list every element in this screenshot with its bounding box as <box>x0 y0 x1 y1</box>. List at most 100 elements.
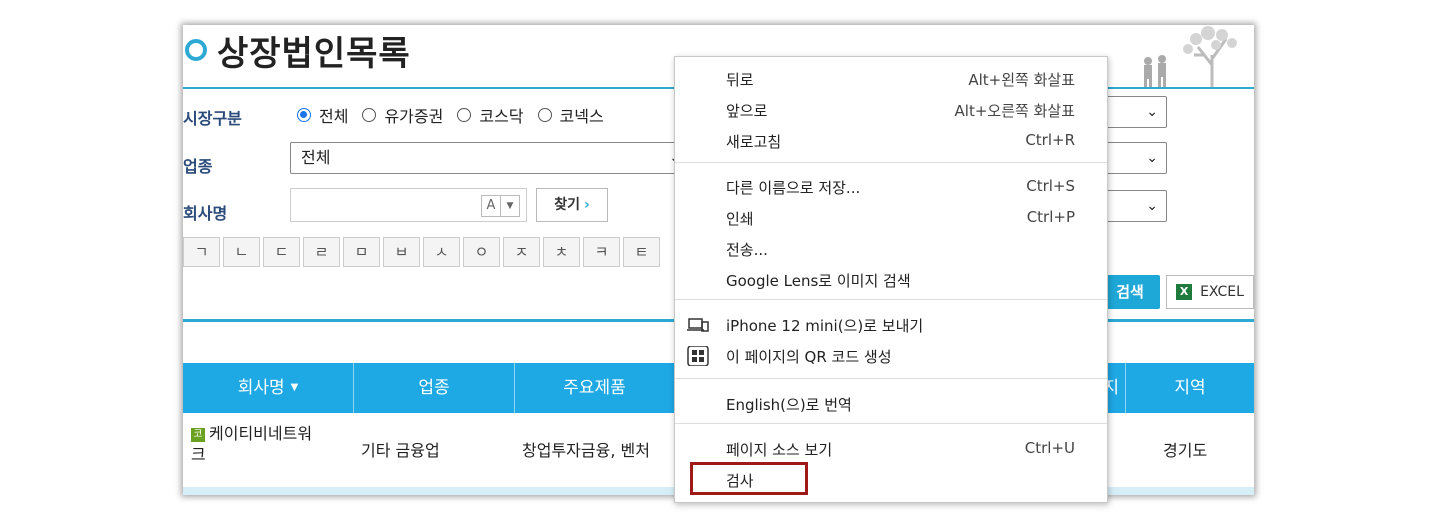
chevron-right-icon: › <box>583 197 590 213</box>
menu-item-google-lens[interactable]: Google Lens로 이미지 검색 <box>675 266 1107 294</box>
find-button-label: 찾기 <box>554 197 580 213</box>
menu-shortcut: Ctrl+U <box>1024 439 1075 457</box>
menu-label: Google Lens로 이미지 검색 <box>726 272 911 290</box>
menu-item-qr-code[interactable]: 이 페이지의 QR 코드 생성 <box>675 342 1107 370</box>
market-radio-group: 전체 유가증권 코스닥 코넥스 <box>297 103 618 127</box>
radio-checked-icon[interactable] <box>297 108 311 122</box>
radio-icon[interactable] <box>362 108 377 122</box>
region-select[interactable]: ⌄ <box>1100 96 1167 128</box>
chosung-button[interactable]: ㅂ <box>383 237 420 267</box>
industry-select-value: 전체 <box>301 148 331 167</box>
excel-download-button[interactable]: X EXCEL <box>1166 275 1254 309</box>
menu-label: 앞으로 <box>726 102 768 120</box>
radio-market-kospi[interactable]: 유가증권 <box>362 103 443 127</box>
search-button[interactable]: 검색 <box>1100 275 1160 309</box>
menu-item-translate[interactable]: English(으)로 번역 <box>675 390 1107 418</box>
menu-label: 전송... <box>726 241 768 259</box>
menu-shortcut: Ctrl+R <box>1025 131 1075 149</box>
menu-label: 뒤로 <box>726 71 754 89</box>
chevron-down-icon: ⌄ <box>1146 198 1158 214</box>
menu-item-view-source[interactable]: 페이지 소스 보기 Ctrl+U <box>675 435 1107 463</box>
menu-item-print[interactable]: 인쇄 Ctrl+P <box>675 204 1107 232</box>
radio-icon[interactable] <box>457 108 472 122</box>
company-search-input[interactable]: A ▼ <box>290 188 527 222</box>
th-region: 지역 <box>1174 378 1206 398</box>
menu-item-back[interactable]: 뒤로 Alt+왼쪽 화살표 <box>675 65 1107 93</box>
chosung-button[interactable]: ㄴ <box>223 237 260 267</box>
radio-market-kosdaq[interactable]: 코스닥 <box>457 103 524 127</box>
chosung-button[interactable]: ㄱ <box>183 237 220 267</box>
chosung-button[interactable]: ㅋ <box>583 237 620 267</box>
triangle-down-icon: ▼ <box>500 196 519 216</box>
page-header: 상장법인목록 <box>183 30 411 74</box>
th-label: 회사명 <box>237 378 285 398</box>
find-button[interactable]: 찾기 › <box>536 188 608 222</box>
qr-code-icon <box>687 346 709 366</box>
radio-label: 코스닥 <box>479 107 524 126</box>
market-label: 시장구분 <box>183 109 242 128</box>
sort-down-icon[interactable]: ▼ <box>291 382 299 393</box>
chosung-button[interactable]: ㅁ <box>343 237 380 267</box>
radio-label: 전체 <box>319 107 349 126</box>
initial-consonant-filter: ㄱ ㄴ ㄷ ㄹ ㅁ ㅂ ㅅ ㅇ ㅈ ㅊ ㅋ ㅌ <box>183 237 663 267</box>
menu-shortcut: Ctrl+P <box>1026 208 1075 226</box>
chosung-button[interactable]: ㅊ <box>543 237 580 267</box>
chosung-button[interactable]: ㄹ <box>303 237 340 267</box>
chosung-button[interactable]: ㄷ <box>263 237 300 267</box>
tertiary-select[interactable]: ⌄ <box>1100 190 1167 222</box>
menu-separator <box>675 299 1107 300</box>
chevron-down-icon: ⌄ <box>1146 150 1158 166</box>
chosung-button[interactable]: ㅈ <box>503 237 540 267</box>
devices-icon <box>687 318 709 332</box>
inspect-highlight-box <box>690 462 808 495</box>
tree-family-illustration <box>1144 26 1237 87</box>
industry-select[interactable]: 전체⌄ <box>290 142 690 174</box>
menu-label: 새로고침 <box>726 133 782 151</box>
menu-item-reload[interactable]: 새로고침 Ctrl+R <box>675 127 1107 155</box>
company-label: 회사명 <box>183 204 228 223</box>
menu-item-save-as[interactable]: 다른 이름으로 저장... Ctrl+S <box>675 173 1107 201</box>
ime-toggle[interactable]: A ▼ <box>481 195 520 217</box>
radio-icon[interactable] <box>537 108 552 122</box>
radio-market-konex[interactable]: 코넥스 <box>537 103 604 127</box>
th-industry: 업종 <box>354 363 515 413</box>
menu-label: English(으)로 번역 <box>726 396 852 414</box>
menu-separator <box>675 162 1107 163</box>
menu-separator <box>675 378 1107 379</box>
circle-bullet-icon <box>185 39 207 61</box>
market-badge: 코 <box>191 427 205 442</box>
menu-shortcut: Ctrl+S <box>1026 177 1075 195</box>
menu-shortcut: Alt+왼쪽 화살표 <box>968 71 1075 89</box>
chosung-button[interactable]: ㅌ <box>623 237 660 267</box>
radio-market-all[interactable]: 전체 <box>297 103 348 127</box>
company-name-line1[interactable]: 케이티비네트워 <box>209 424 312 443</box>
company-name-line2[interactable]: 크 <box>191 445 206 464</box>
chosung-button[interactable]: ㅅ <box>423 237 460 267</box>
chevron-down-icon: ⌄ <box>1146 104 1158 120</box>
secondary-select[interactable]: ⌄ <box>1100 142 1167 174</box>
menu-shortcut: Alt+오른쪽 화살표 <box>954 102 1075 120</box>
menu-separator <box>675 423 1107 424</box>
industry-label: 업종 <box>183 157 213 176</box>
menu-item-forward[interactable]: 앞으로 Alt+오른쪽 화살표 <box>675 96 1107 124</box>
th-company[interactable]: 회사명 ▼ <box>183 363 354 413</box>
menu-item-send-to-device[interactable]: iPhone 12 mini(으)로 보내기 <box>675 311 1107 339</box>
product-cell: 창업투자금융, 벤처 <box>522 441 650 460</box>
chosung-button[interactable]: ㅇ <box>463 237 500 267</box>
excel-icon: X <box>1176 284 1193 300</box>
menu-label: 이 페이지의 QR 코드 생성 <box>726 348 892 366</box>
company-cell[interactable]: 코 케이티비네트워 크 <box>191 423 351 465</box>
industry-cell: 기타 금융업 <box>361 441 440 460</box>
context-menu: 뒤로 Alt+왼쪽 화살표 앞으로 Alt+오른쪽 화살표 새로고침 Ctrl+R 다… <box>674 56 1108 503</box>
excel-button-label: EXCEL <box>1200 284 1244 300</box>
page-title: 상장법인목록 <box>217 33 411 74</box>
menu-label: 다른 이름으로 저장... <box>726 179 861 197</box>
menu-item-cast[interactable]: 전송... <box>675 235 1107 263</box>
region-cell: 경기도 <box>1163 441 1208 460</box>
radio-label: 유가증권 <box>384 107 444 126</box>
ime-label: A <box>486 198 496 213</box>
menu-label: iPhone 12 mini(으)로 보내기 <box>726 317 924 335</box>
menu-label: 인쇄 <box>726 210 754 228</box>
menu-label: 페이지 소스 보기 <box>726 441 833 459</box>
th-product: 주요제품 <box>515 363 675 413</box>
